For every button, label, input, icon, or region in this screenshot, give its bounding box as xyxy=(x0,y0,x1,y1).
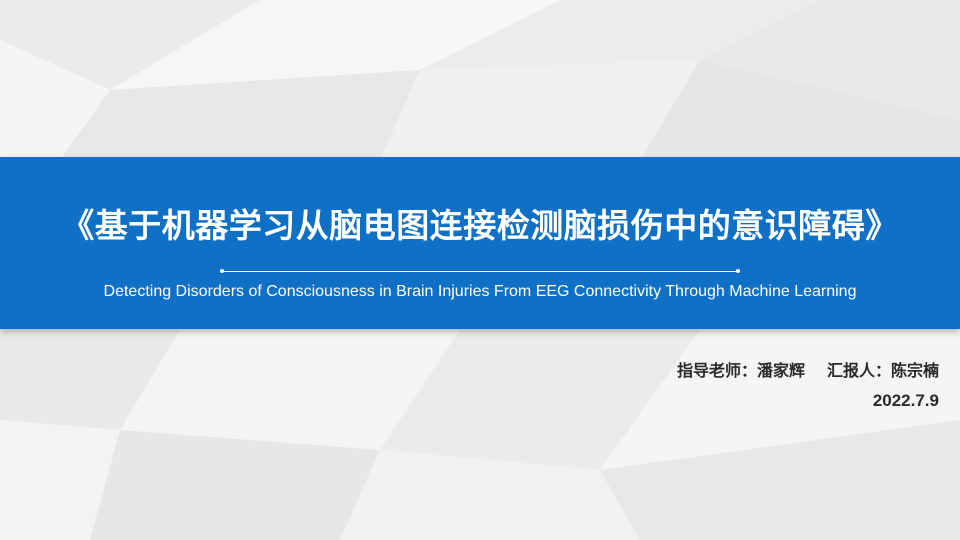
slide-subtitle: Detecting Disorders of Consciousness in … xyxy=(103,283,857,300)
supervisor-label: 指导老师：潘家辉 xyxy=(676,361,805,380)
slide-title: 《基于机器学习从脑电图连接检测脑损伤中的意识障碍》 xyxy=(61,206,899,245)
title-divider xyxy=(222,271,738,272)
divider-right-dot xyxy=(736,269,740,273)
credits-line: 指导老师：潘家辉 汇报人：陈宗楠 xyxy=(677,357,939,381)
presenter-label: 汇报人：陈宗楠 xyxy=(826,361,939,380)
presentation-date: 2022.7.9 xyxy=(872,391,939,410)
